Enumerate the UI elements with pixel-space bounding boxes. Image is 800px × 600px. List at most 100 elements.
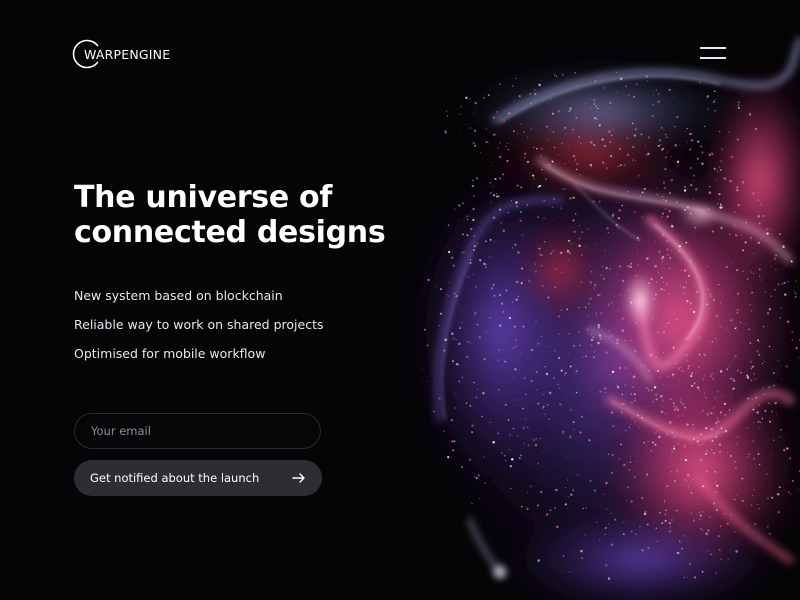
nebula-particle	[684, 131, 686, 133]
nebula-particle	[518, 457, 521, 460]
nebula-particle	[475, 476, 478, 480]
nebula-particle	[665, 484, 669, 488]
nebula-particle	[716, 325, 719, 328]
nebula-particle	[601, 138, 604, 141]
nebula-particle	[607, 231, 609, 234]
nebula-particle	[713, 502, 716, 505]
nebula-particle	[469, 342, 472, 345]
nebula-particle	[628, 426, 631, 429]
nebula-particle	[683, 292, 686, 295]
nebula-particle	[754, 396, 758, 399]
menu-button[interactable]	[700, 44, 726, 62]
nebula-particle	[656, 194, 658, 195]
nebula-particle	[677, 443, 680, 445]
nebula-particle	[558, 356, 561, 360]
nebula-particle	[537, 402, 540, 405]
notify-button[interactable]: Get notified about the launch	[74, 460, 322, 496]
nebula-particle	[689, 301, 693, 305]
nebula-particle	[716, 202, 719, 205]
nebula-particle	[680, 401, 683, 404]
nebula-particle	[696, 440, 699, 443]
nebula-particle	[570, 493, 573, 496]
nebula-particle	[710, 411, 713, 415]
nebula-particle	[720, 302, 722, 304]
brand-logo[interactable]: WARPENGINE	[72, 38, 170, 70]
nebula-particle	[642, 319, 644, 321]
nebula-particle	[704, 452, 708, 456]
nebula-particle	[608, 337, 610, 339]
nebula-particle	[572, 196, 575, 199]
nebula-particle	[503, 120, 505, 122]
nebula-particle	[684, 406, 687, 409]
nebula-particle	[647, 440, 649, 442]
nebula-particle	[690, 375, 693, 378]
nebula-particle	[563, 374, 566, 377]
nebula-particle	[636, 297, 638, 299]
nebula-particle	[615, 273, 618, 276]
nebula-particle	[766, 312, 770, 315]
nebula-particle	[571, 131, 574, 134]
nebula-particle	[658, 251, 661, 254]
nebula-particle	[613, 295, 615, 297]
nebula-particle	[713, 406, 716, 409]
nebula-particle	[723, 512, 726, 515]
nebula-particle	[598, 124, 601, 127]
nebula-particle	[698, 371, 699, 373]
nebula-particle	[559, 147, 561, 149]
nebula-particle	[775, 254, 778, 257]
nebula-particle	[560, 271, 563, 274]
nebula-particle	[484, 263, 487, 266]
nebula-particle	[591, 339, 593, 341]
nebula-particle	[668, 466, 670, 468]
nebula-particle	[660, 288, 663, 290]
nebula-particle	[535, 437, 538, 440]
nebula-particle	[674, 362, 677, 365]
nebula-particle	[677, 552, 680, 555]
nebula-particle	[757, 453, 760, 455]
nebula-particle	[789, 457, 792, 460]
nebula-particle	[690, 344, 692, 347]
nebula-particle	[638, 525, 641, 528]
nebula-particle	[714, 435, 718, 439]
nebula-particle	[656, 424, 659, 427]
nebula-particle	[671, 431, 674, 434]
nebula-particle	[551, 160, 554, 163]
nebula-particle	[667, 375, 669, 377]
nebula-particle	[569, 435, 571, 436]
nebula-particle	[664, 500, 666, 501]
nebula-particle	[661, 195, 664, 197]
nebula-particle	[689, 563, 691, 565]
email-input[interactable]	[74, 413, 321, 449]
nebula-particle	[649, 353, 653, 357]
nebula-particle	[641, 416, 644, 419]
nebula-particle	[712, 298, 715, 301]
nebula-particle	[707, 550, 709, 552]
nebula-particle	[720, 427, 723, 430]
nebula-particle	[514, 243, 517, 246]
nebula-particle	[549, 252, 553, 255]
nebula-particle	[561, 73, 564, 76]
nebula-particle	[469, 404, 472, 407]
nebula-particle	[730, 155, 734, 159]
nebula-particle	[664, 513, 667, 516]
nebula-particle	[468, 277, 470, 278]
nebula-particle	[535, 444, 537, 447]
nebula-particle	[782, 245, 785, 248]
nebula-particle	[671, 124, 674, 126]
nebula-particle	[662, 406, 664, 408]
nebula-particle	[668, 521, 672, 525]
nebula-particle	[759, 427, 761, 429]
nebula-particle	[625, 85, 627, 87]
nebula-particle	[549, 165, 552, 167]
nebula-particle	[541, 406, 544, 409]
nebula-particle	[620, 294, 622, 296]
nebula-particle	[785, 258, 787, 260]
nebula-particle	[466, 275, 468, 277]
nebula-particle	[703, 375, 705, 377]
nebula-particle	[548, 391, 552, 395]
nebula-particle	[673, 435, 675, 438]
nebula-particle	[593, 103, 596, 105]
nebula-particle	[579, 174, 581, 176]
nebula-particle	[740, 371, 742, 374]
nebula-particle	[701, 162, 704, 165]
